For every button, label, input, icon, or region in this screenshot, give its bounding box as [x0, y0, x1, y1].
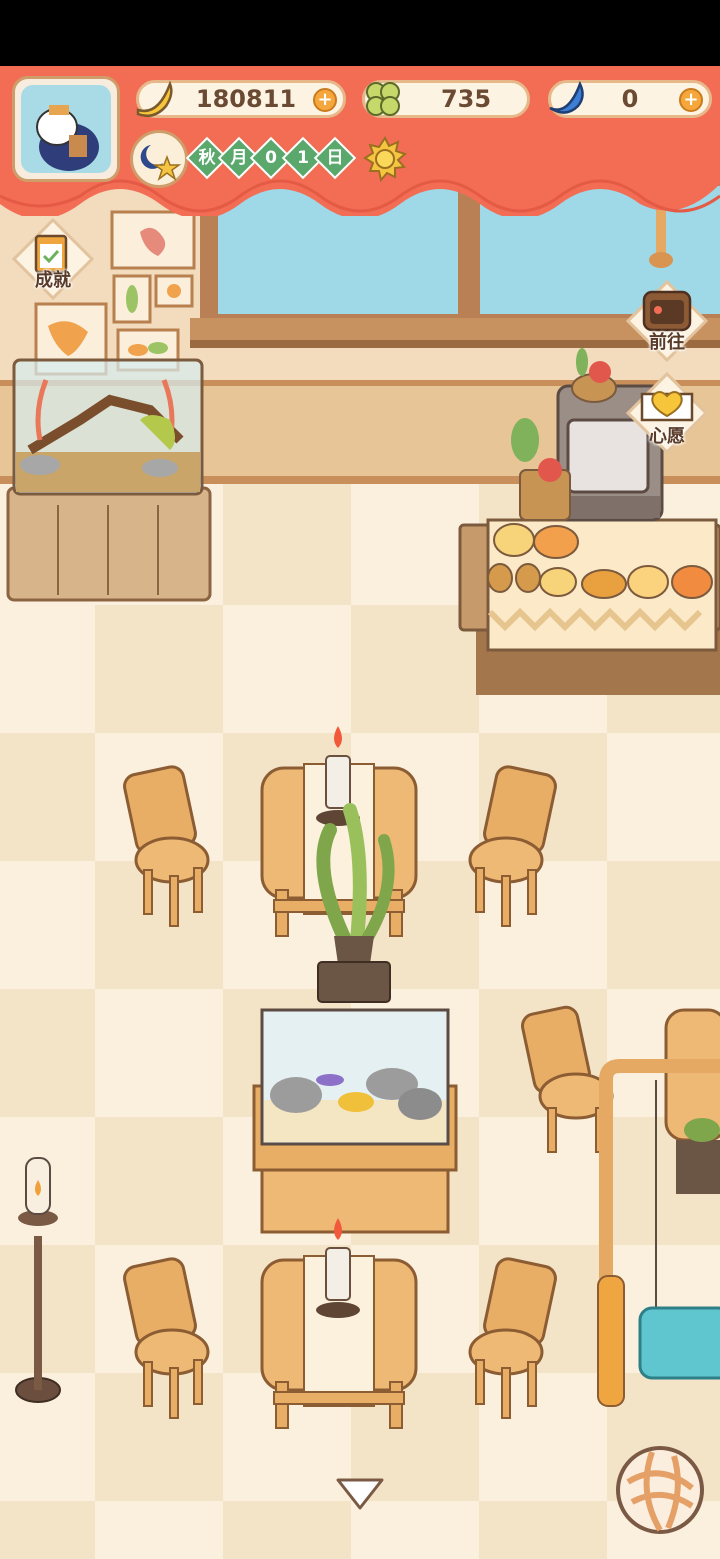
- date-day-label: 日: [326, 148, 344, 168]
- potted-plant: [316, 803, 395, 1003]
- date-day-ones: 1: [297, 148, 309, 168]
- date-display: 秋 月 0 1 日: [185, 136, 360, 180]
- date-season: 秋: [198, 148, 216, 168]
- blue-gem-icon: [549, 80, 584, 114]
- banana-icon: [136, 80, 173, 117]
- terrarium-cabinet: [6, 358, 212, 602]
- aquarium: [252, 1008, 458, 1234]
- go-button[interactable]: 前往: [624, 278, 710, 364]
- yarn-ball-icon[interactable]: [612, 1442, 708, 1538]
- add-banana-button[interactable]: +: [313, 88, 337, 112]
- chevron-down-icon[interactable]: [334, 1474, 386, 1514]
- wish-label: 心愿: [649, 426, 685, 447]
- date-month-label: 月: [230, 148, 248, 168]
- moon-star-badge[interactable]: [130, 130, 188, 188]
- clover-icon: [366, 82, 400, 116]
- achievements-button[interactable]: 成就: [10, 216, 96, 302]
- sun-icon[interactable]: [362, 136, 408, 182]
- achievements-label: 成就: [35, 270, 71, 291]
- restaurant-scene[interactable]: [0, 66, 720, 1559]
- moon-icon: [140, 145, 182, 182]
- status-bar: [0, 0, 720, 66]
- food-counter: [458, 518, 720, 695]
- add-gem-button[interactable]: +: [679, 88, 703, 112]
- go-label: 前往: [649, 332, 685, 353]
- wish-button[interactable]: 心愿: [624, 370, 710, 456]
- avatar[interactable]: [12, 76, 120, 182]
- date-day-tens: 0: [265, 148, 277, 168]
